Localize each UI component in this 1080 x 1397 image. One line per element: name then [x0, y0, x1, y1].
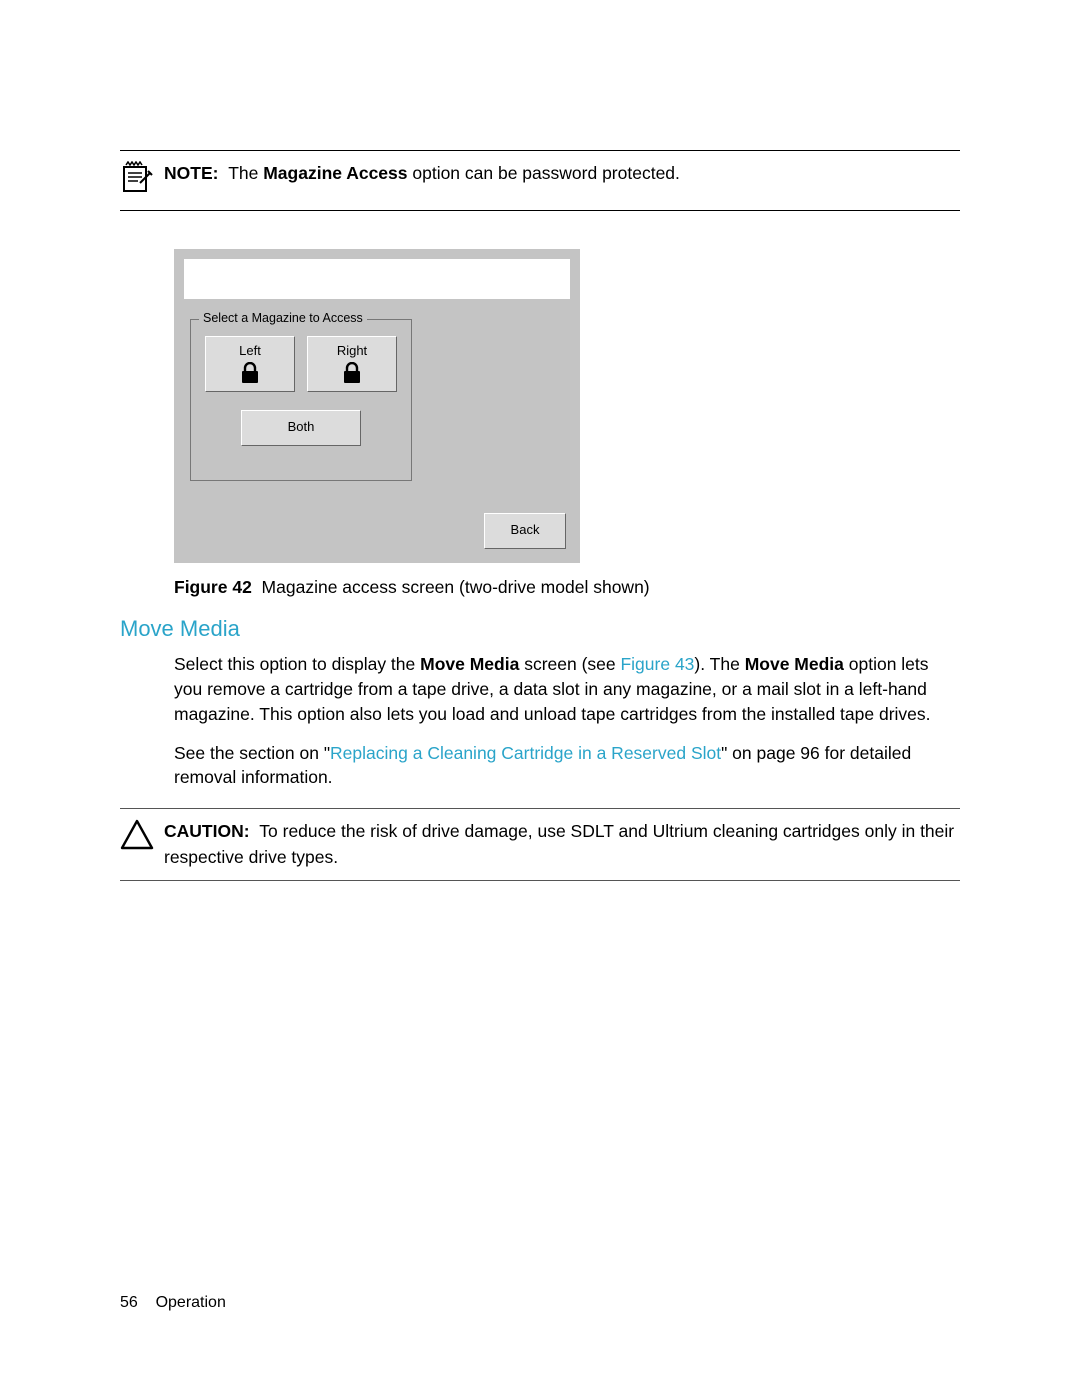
divider [120, 880, 960, 881]
note-text: NOTE: The Magazine Access option can be … [164, 161, 680, 186]
right-magazine-button[interactable]: Right [307, 336, 397, 392]
body-text: Select this option to display the Move M… [174, 652, 960, 790]
divider [120, 808, 960, 809]
section-name: Operation [156, 1294, 226, 1311]
select-magazine-group: Select a Magazine to Access Left Right B… [190, 319, 412, 481]
caution-text: CAUTION: To reduce the risk of drive dam… [164, 819, 960, 870]
paragraph: See the section on "Replacing a Cleaning… [174, 741, 960, 791]
note-icon [120, 161, 154, 200]
paragraph: Select this option to display the Move M… [174, 652, 960, 727]
lock-icon [206, 362, 294, 389]
figure-label: Figure 42 [174, 577, 252, 597]
lock-icon [308, 362, 396, 389]
group-label: Select a Magazine to Access [199, 311, 367, 325]
caution-prefix: CAUTION: [164, 821, 250, 841]
page: NOTE: The Magazine Access option can be … [0, 0, 1080, 1397]
button-label: Both [242, 419, 360, 434]
back-button[interactable]: Back [484, 513, 566, 549]
caution-block: CAUTION: To reduce the risk of drive dam… [120, 819, 960, 870]
both-magazines-button[interactable]: Both [241, 410, 361, 446]
section-heading-move-media: Move Media [120, 616, 960, 642]
page-number: 56 [120, 1294, 138, 1311]
divider [120, 210, 960, 211]
button-label: Left [206, 343, 294, 358]
note-prefix: NOTE: [164, 163, 218, 183]
figure-caption: Figure 42 Magazine access screen (two-dr… [174, 577, 960, 598]
note-block: NOTE: The Magazine Access option can be … [120, 161, 960, 200]
divider [120, 150, 960, 151]
magazine-access-panel: Select a Magazine to Access Left Right B… [174, 249, 580, 563]
section-link[interactable]: Replacing a Cleaning Cartridge in a Rese… [330, 743, 721, 763]
page-footer: 56 Operation [120, 1294, 226, 1312]
caution-icon [120, 819, 154, 856]
panel-title-bar [184, 259, 570, 299]
figure-link[interactable]: Figure 43 [620, 654, 694, 674]
left-magazine-button[interactable]: Left [205, 336, 295, 392]
button-label: Right [308, 343, 396, 358]
